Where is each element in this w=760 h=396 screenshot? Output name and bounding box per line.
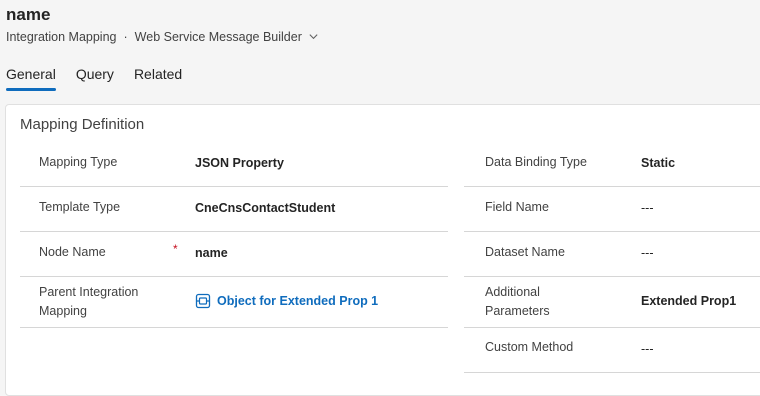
entity-name: Integration Mapping [6, 30, 117, 44]
field-dataset-name[interactable]: Dataset Name --- [464, 232, 760, 277]
parent-mapping-link[interactable]: Object for Extended Prop 1 [195, 293, 378, 309]
parent-mapping-name: Object for Extended Prop 1 [217, 294, 379, 308]
entity-record-icon [195, 293, 211, 309]
field-template-type[interactable]: Template Type CneCnsContactStudent [20, 187, 448, 232]
subtitle-separator: · [123, 30, 128, 44]
record-title: name [6, 5, 51, 24]
field-value: Extended Prop1 [641, 294, 737, 308]
mapping-definition-section: Mapping Definition Mapping Type JSON Pro… [5, 104, 760, 396]
field-field-name[interactable]: Field Name --- [464, 187, 760, 232]
field-label: Additional Parameters [485, 285, 550, 318]
field-label: Node Name [39, 245, 106, 259]
field-mapping-type[interactable]: Mapping Type JSON Property [20, 142, 448, 187]
field-value: JSON Property [195, 156, 284, 170]
field-value: --- [641, 201, 654, 215]
field-parent-integration-mapping[interactable]: Parent Integration Mapping Object for Ex… [20, 277, 448, 328]
tab-related[interactable]: Related [134, 66, 182, 88]
section-title: Mapping Definition [20, 116, 145, 133]
form-name: Web Service Message Builder [134, 30, 302, 44]
field-data-binding-type[interactable]: Data Binding Type Static [464, 142, 760, 187]
chevron-down-icon [309, 33, 318, 39]
record-subtitle: Integration Mapping · Web Service Messag… [6, 30, 319, 44]
field-value: CneCnsContactStudent [195, 201, 336, 215]
field-custom-method[interactable]: Custom Method --- [464, 328, 760, 373]
required-indicator: * [173, 242, 178, 256]
field-value: --- [641, 342, 654, 356]
form-selector[interactable]: Web Service Message Builder [135, 30, 319, 44]
field-label: Dataset Name [485, 245, 565, 259]
field-value: --- [641, 246, 654, 260]
field-label: Parent Integration Mapping [39, 285, 139, 318]
field-node-name[interactable]: Node Name * name [20, 232, 448, 277]
record-header: name Integration Mapping · Web Service M… [6, 5, 319, 44]
field-label: Template Type [39, 200, 121, 214]
field-value: name [195, 246, 228, 260]
tab-general[interactable]: General [6, 66, 56, 91]
field-additional-parameters[interactable]: Additional Parameters Extended Prop1 [464, 277, 760, 328]
field-value: Static [641, 156, 676, 170]
tab-query[interactable]: Query [76, 66, 114, 88]
field-label: Data Binding Type [485, 155, 587, 169]
form-tabs: General Query Related [6, 66, 182, 91]
field-label: Field Name [485, 200, 549, 214]
field-label: Custom Method [485, 340, 574, 354]
field-label: Mapping Type [39, 155, 118, 169]
